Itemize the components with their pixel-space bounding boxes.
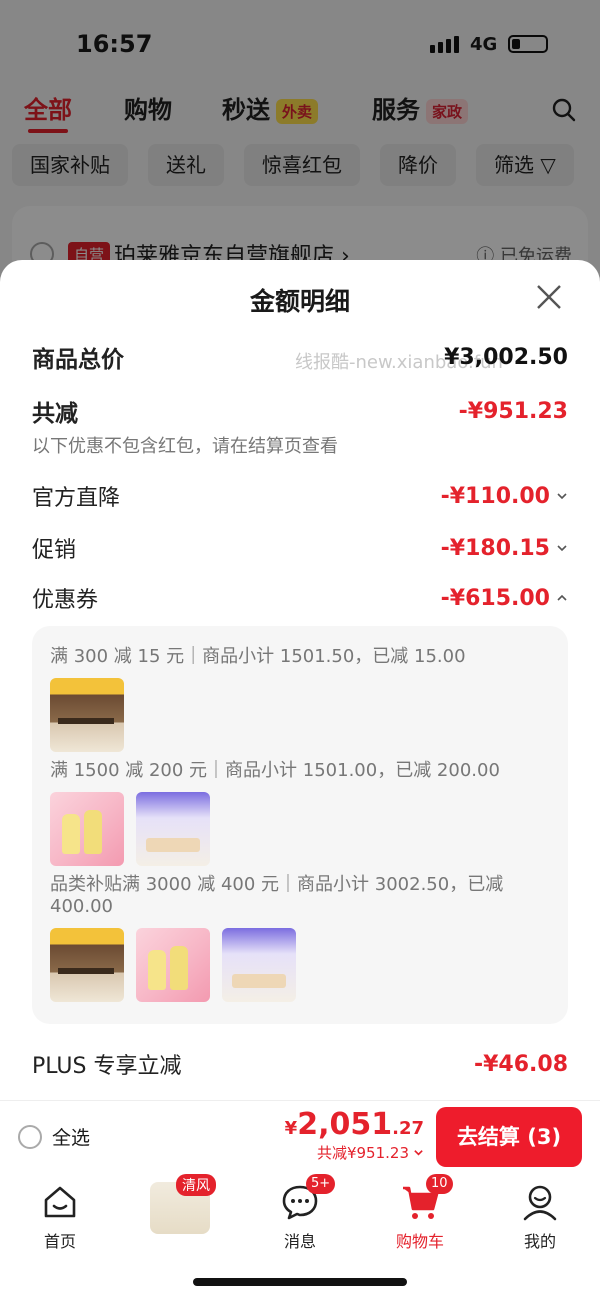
plus-discount-label: PLUS 专享立减 [32,1054,182,1079]
promotion-value: -¥180.15 [440,535,550,561]
close-icon[interactable] [534,282,564,312]
total-price: ¥2,051.27 [284,1107,424,1142]
goods-total-row: 商品总价 ¥3,002.50 [32,340,568,374]
cart-badge: 10 [426,1174,453,1194]
coupon-label: 优惠券 [32,588,99,613]
product-thumb-desk[interactable] [50,928,124,1002]
tab-messages[interactable]: 5+ 消息 [260,1174,340,1252]
coupon-item-products [50,928,296,1002]
promotion-label: 促销 [32,538,77,563]
plus-discount-value: -¥46.08 [473,1051,568,1077]
sheet-body: 线报酷-new.xianbao.fun 商品总价 ¥3,002.50 共减 -¥… [0,336,600,1100]
amount-detail-sheet: 金额明细 线报酷-new.xianbao.fun 商品总价 ¥3,002.50 … [0,260,600,1100]
goods-total-label: 商品总价 [32,347,124,373]
chevron-down-icon [414,1150,423,1156]
coupon-row[interactable]: 优惠券 -¥615.00 [32,582,568,614]
select-all-checkbox[interactable] [18,1124,42,1149]
promotion-row[interactable]: 促销 -¥180.15 [32,532,568,564]
coupon-item-products [50,678,124,752]
chevron-down-icon [557,493,567,500]
select-all-label: 全选 [52,1127,91,1149]
promo-badge: 清风 [176,1174,216,1196]
select-all[interactable]: 全选 [18,1123,90,1150]
messages-badge: 5+ [306,1174,336,1194]
coupon-item-text: 满 1500 减 200 元｜商品小计 1501.00，已减 200.00 [50,760,500,781]
coupon-item-products [50,792,210,866]
official-discount-row[interactable]: 官方直降 -¥110.00 [32,480,568,512]
home-icon [40,1182,80,1222]
coupon-details: 满 300 减 15 元｜商品小计 1501.50，已减 15.00 满 150… [32,626,568,1024]
message-icon: 5+ [280,1174,336,1222]
home-indicator[interactable] [193,1278,407,1286]
goods-total-value: ¥3,002.50 [444,344,568,370]
total-discount-label: 共减 [32,401,78,427]
product-thumb-lotion[interactable] [136,928,210,1002]
total-discount-value: -¥951.23 [458,398,568,424]
chevron-up-icon [557,594,567,601]
total-price-block: ¥2,051.27 共减¥951.23 [285,1107,424,1163]
discount-note: 以下优惠不包含红包，请在结算页查看 [32,436,338,457]
chevron-down-icon [557,545,567,552]
official-discount-label: 官方直降 [32,486,121,511]
plus-discount-row: PLUS 专享立减 -¥46.08 [32,1048,568,1080]
coupon-value: -¥615.00 [440,585,550,611]
checkout-button[interactable]: 去结算 (3) [436,1107,582,1167]
product-thumb-desk[interactable] [50,678,124,752]
total-discount-toggle[interactable]: 共减¥951.23 [285,1142,424,1163]
coupon-item-text: 品类补贴满 3000 减 400 元｜商品小计 3002.50，已减 400.0… [50,874,504,917]
cart-icon: 10 [400,1174,453,1222]
checkout-bar: 全选 ¥2,051.27 共减¥951.23 去结算 (3) [0,1100,600,1172]
product-thumb-razor[interactable] [136,792,210,866]
tab-home[interactable]: 首页 [20,1182,100,1252]
product-thumb-razor[interactable] [222,928,296,1002]
official-discount-value: -¥110.00 [440,483,550,509]
product-thumb-lotion[interactable] [50,792,124,866]
coupon-item-text: 满 300 减 15 元｜商品小计 1501.50，已减 15.00 [50,646,466,667]
profile-icon [520,1182,560,1222]
tab-cart[interactable]: 10 购物车 [380,1174,460,1252]
sheet-title: 金额明细 [249,287,350,316]
tab-mine[interactable]: 我的 [500,1182,580,1252]
total-discount-row: 共减 -¥951.23 [32,394,568,428]
